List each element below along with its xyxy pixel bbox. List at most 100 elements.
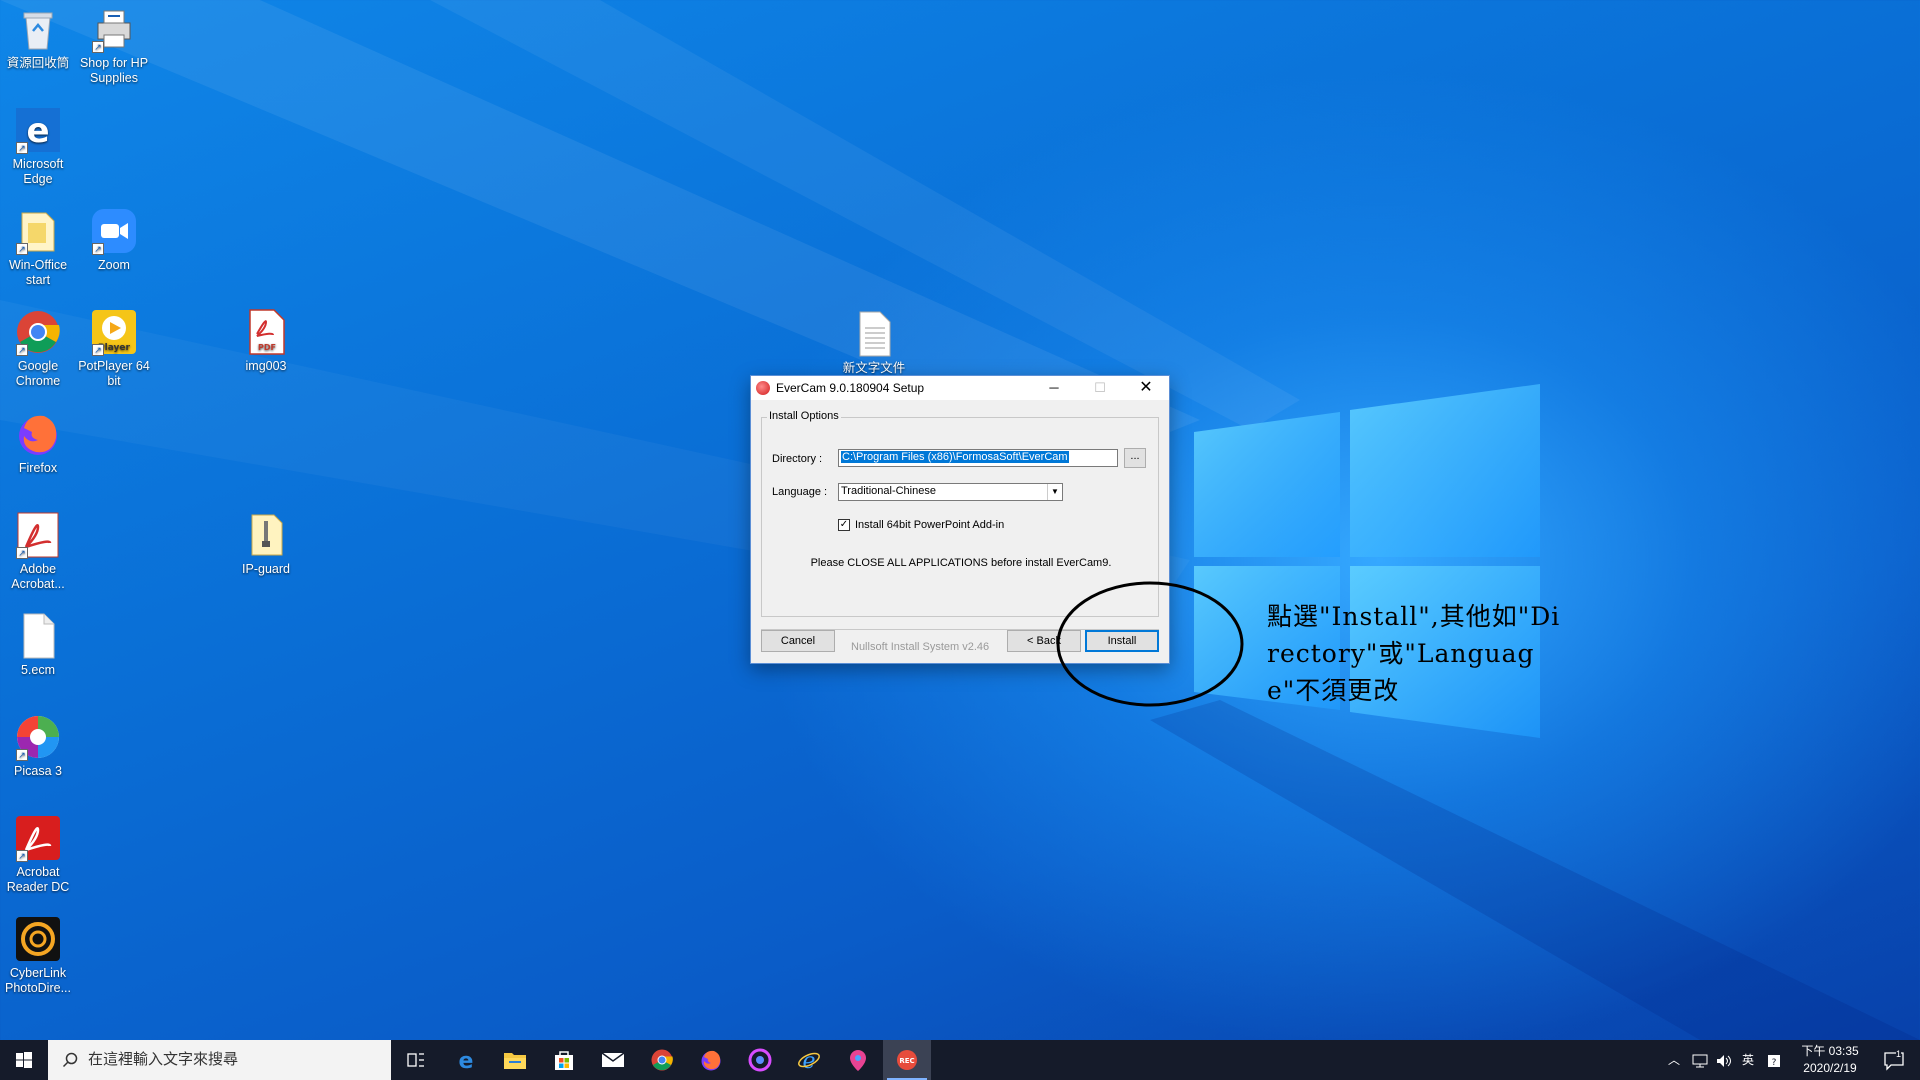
desktop-icon-new-text-file[interactable]: 新文字文件 — [836, 310, 912, 376]
desktop-icon-picasa[interactable]: ↗ Picasa 3 — [0, 713, 76, 779]
desktop-icon-adobe-acrobat[interactable]: ↗ Adobe Acrobat... — [0, 511, 76, 592]
chrome-icon — [651, 1049, 673, 1071]
taskbar-edge[interactable]: e — [442, 1040, 490, 1080]
network-icon[interactable] — [1688, 1040, 1712, 1080]
desktop-icon-label: PotPlayer 64 bit — [78, 359, 150, 388]
taskbar-clock[interactable]: 下午 03:35 2020/2/19 — [1790, 1043, 1870, 1077]
cancel-button[interactable]: Cancel — [761, 630, 835, 652]
desktop-icon-label: Microsoft Edge — [12, 157, 64, 186]
directory-input[interactable]: C:\Program Files (x86)\FormosaSoft\EverC… — [838, 449, 1118, 467]
browse-button[interactable]: ... — [1124, 448, 1146, 468]
annotation-text: 點選"Install",其他如"Directory"或"Language"不須更… — [1267, 602, 1561, 705]
edge-icon: e ↗ — [14, 106, 62, 154]
edge-icon: e — [459, 1049, 474, 1072]
minimize-button[interactable]: ─ — [1031, 376, 1077, 400]
desktop-icon-recycle-bin[interactable]: 資源回收筒 — [0, 5, 76, 71]
zip-folder-icon — [242, 511, 290, 559]
desktop-icon-label: 新文字文件 — [842, 361, 906, 375]
notification-count: 1 — [1896, 1048, 1902, 1060]
taskbar-internet-explorer[interactable]: e — [785, 1040, 833, 1080]
search-placeholder: 在這裡輸入文字來搜尋 — [88, 1051, 239, 1068]
taskbar-file-explorer[interactable] — [491, 1040, 539, 1080]
evercam-icon: REC — [897, 1050, 917, 1070]
map-pin-icon — [850, 1050, 866, 1071]
desktop-icon-ip-guard[interactable]: IP-guard — [228, 511, 304, 577]
firefox-icon — [701, 1050, 721, 1071]
picasa-icon: ↗ — [14, 713, 62, 761]
directory-value: C:\Program Files (x86)\FormosaSoft\EverC… — [841, 451, 1069, 463]
evercam-app-icon — [756, 381, 770, 395]
desktop-icon-edge[interactable]: e ↗ Microsoft Edge — [0, 106, 76, 187]
group-label: Install Options — [767, 410, 841, 422]
powerpoint-addin-checkbox[interactable]: ✓ — [838, 519, 850, 531]
taskbar-maps[interactable] — [834, 1040, 882, 1080]
notification-center-button[interactable]: 1 — [1874, 1040, 1914, 1080]
desktop-icon-label: CyberLink PhotoDire... — [4, 966, 71, 995]
svg-text:?: ? — [1772, 1058, 1777, 1068]
taskbar-evercam[interactable]: REC — [883, 1040, 931, 1080]
desktop-icon-label: Adobe Acrobat... — [11, 562, 65, 591]
text-file-icon — [850, 310, 898, 358]
start-button[interactable] — [0, 1040, 48, 1080]
windows-start-icon — [16, 1052, 32, 1068]
taskbar-chrome[interactable] — [638, 1040, 686, 1080]
desktop-icon-label: Firefox — [18, 461, 58, 475]
firefox-icon — [14, 410, 62, 458]
task-view-button[interactable] — [392, 1040, 440, 1080]
store-icon — [555, 1051, 573, 1070]
desktop-icon-hp-supplies[interactable]: ↗ Shop for HP Supplies — [76, 5, 152, 86]
taskbar-firefox[interactable] — [687, 1040, 735, 1080]
close-button[interactable]: ✕ — [1123, 376, 1169, 400]
language-select[interactable]: Traditional-Chinese ▼ — [838, 483, 1063, 501]
taskbar-mail[interactable] — [589, 1040, 637, 1080]
desktop-icon-label: Google Chrome — [15, 359, 61, 388]
blank-file-icon — [14, 612, 62, 660]
desktop-icon-label: Zoom — [98, 258, 130, 272]
desktop-icon-label: 資源回收筒 — [6, 56, 70, 70]
printer-icon: ↗ — [90, 5, 138, 53]
desktop-icon-acrobat-reader[interactable]: ↗ Acrobat Reader DC — [0, 814, 76, 895]
desktop-icon-firefox[interactable]: Firefox — [0, 410, 76, 476]
tray-app-icon[interactable]: ? — [1762, 1040, 1786, 1080]
chevron-down-icon: ▼ — [1047, 484, 1062, 500]
language-label: Language : — [772, 486, 828, 498]
dialog-titlebar[interactable]: EverCam 9.0.180904 Setup ─ ☐ ✕ — [751, 376, 1169, 400]
clock-date: 2020/2/19 — [1803, 1061, 1857, 1075]
taskbar-store[interactable] — [540, 1040, 588, 1080]
chrome-icon: ↗ — [14, 308, 62, 356]
dialog-title: EverCam 9.0.180904 Setup — [776, 381, 925, 395]
taskbar-app-circle[interactable] — [736, 1040, 784, 1080]
folder-icon — [504, 1053, 526, 1069]
desktop-icon-label: 5.ecm — [20, 663, 56, 677]
task-view-icon — [407, 1053, 424, 1067]
ring-app-icon — [748, 1048, 772, 1072]
desktop-icon-label: Win-Office start — [8, 258, 68, 287]
desktop-icon-cyberlink[interactable]: CyberLink PhotoDire... — [0, 915, 76, 996]
acrobat-icon: ↗ — [14, 511, 62, 559]
desktop-icon-potplayer[interactable]: Player ↗ PotPlayer 64 bit — [76, 308, 152, 389]
volume-icon[interactable] — [1712, 1040, 1736, 1080]
desktop-icon-label: Picasa 3 — [14, 764, 62, 778]
directory-label: Directory : — [772, 453, 823, 465]
desktop-icon-5ecm[interactable]: 5.ecm — [0, 612, 76, 678]
acrobat-reader-icon: ↗ — [14, 814, 62, 862]
ime-indicator[interactable]: 英 — [1736, 1040, 1760, 1080]
desktop-icon-zoom[interactable]: ↗ Zoom — [76, 207, 152, 273]
maximize-button: ☐ — [1094, 380, 1106, 395]
svg-text:e: e — [802, 1049, 815, 1072]
potplayer-icon: Player ↗ — [90, 308, 138, 356]
svg-text:e: e — [459, 1049, 474, 1072]
recycle-bin-icon — [14, 5, 62, 53]
desktop-icon-img003[interactable]: PDF img003 — [228, 308, 304, 374]
clock-time: 下午 03:35 — [1801, 1044, 1859, 1058]
tray-chevron-up-icon[interactable]: ︿ — [1662, 1040, 1686, 1080]
desktop-icon-win-office[interactable]: ↗ Win-Office start — [0, 207, 76, 288]
photodirector-icon — [14, 915, 62, 963]
desktop-icon-label: Shop for HP Supplies — [79, 56, 149, 85]
desktop-icon-chrome[interactable]: ↗ Google Chrome — [0, 308, 76, 389]
powerpoint-addin-label: Install 64bit PowerPoint Add-in — [855, 519, 1005, 531]
zoom-icon: ↗ — [90, 207, 138, 255]
taskbar-search-box[interactable]: 在這裡輸入文字來搜尋 — [48, 1040, 391, 1080]
nsis-version-label: Nullsoft Install System v2.46 — [851, 641, 990, 653]
taskbar: 在這裡輸入文字來搜尋 e e REC ︿ 英 ? 下午 03:35 2020/2… — [0, 1040, 1920, 1080]
